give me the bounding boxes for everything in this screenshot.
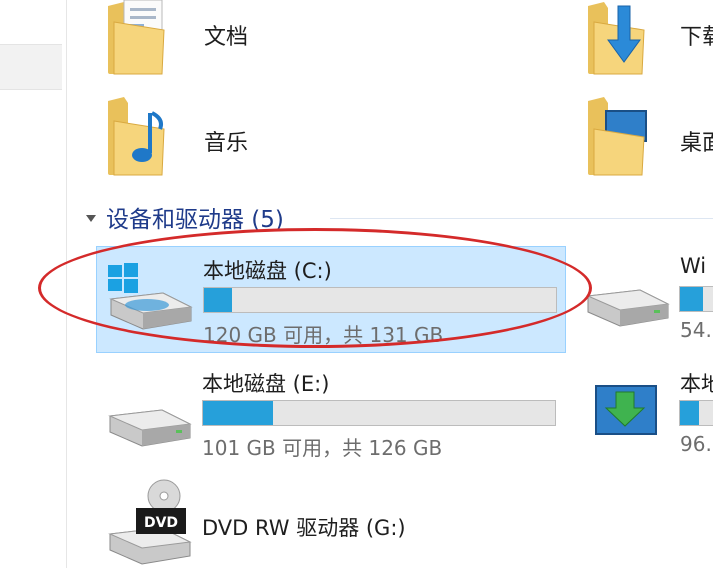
drive-name: 本地磁盘 (C:): [203, 259, 332, 283]
drive-g[interactable]: DVD DVD RW 驱动器 (G:): [96, 478, 566, 568]
folder-label: 音乐: [204, 131, 249, 156]
drive-usage-fill: [204, 288, 233, 312]
drive-recovery[interactable]: 本地 96.: [578, 362, 713, 469]
section-divider: [330, 218, 713, 219]
drive-usage-fill: [680, 287, 703, 311]
navigation-pane: [0, 0, 67, 568]
drive-usage-bar: [679, 400, 713, 426]
folder-music[interactable]: 音乐: [100, 95, 360, 180]
drive-usage-fill: [203, 401, 274, 425]
section-title: 设备和驱动器 (5): [106, 207, 284, 233]
svg-text:DVD: DVD: [144, 515, 178, 531]
drive-free-space: 120 GB 可用，共 131 GB: [203, 323, 444, 347]
collapse-arrow-icon[interactable]: [86, 214, 96, 222]
drive-free-space: 54.: [680, 318, 712, 342]
windows-drive-icon: [108, 263, 193, 330]
drive-usage-bar: [679, 286, 713, 312]
music-folder-icon: [108, 97, 165, 176]
drive-name: DVD RW 驱动器 (G:): [202, 516, 406, 540]
drive-e[interactable]: 本地磁盘 (E:) 101 GB 可用，共 126 GB: [96, 362, 566, 469]
documents-folder-icon: [108, 0, 165, 75]
folder-desktop[interactable]: 桌面: [580, 95, 713, 180]
folder-label: 下载: [680, 25, 713, 50]
devices-section-header[interactable]: 设备和驱动器 (5): [86, 202, 284, 233]
drive-usage-fill: [680, 401, 699, 425]
drive-name: Wi: [680, 254, 707, 278]
desktop-folder-icon: [588, 97, 647, 176]
folder-documents[interactable]: 文档: [100, 0, 360, 80]
drive-free-space: 101 GB 可用，共 126 GB: [202, 436, 443, 460]
drive-free-space: 96.: [680, 432, 712, 456]
hard-drive-icon: [586, 289, 670, 327]
navigation-pane-item[interactable]: [0, 44, 62, 90]
drive-usage-bar: [203, 287, 557, 313]
drive-windows[interactable]: Wi 54.: [578, 246, 713, 353]
downloads-folder-icon: [588, 2, 645, 75]
drive-name: 本地: [680, 372, 713, 396]
folder-label: 桌面: [680, 131, 713, 156]
drive-name: 本地磁盘 (E:): [202, 372, 330, 396]
drive-usage-bar: [202, 400, 556, 426]
drive-c[interactable]: 本地磁盘 (C:) 120 GB 可用，共 131 GB: [96, 246, 566, 353]
folder-downloads[interactable]: 下载: [580, 0, 713, 80]
folder-label: 文档: [204, 25, 249, 50]
dvd-drive-icon: DVD: [108, 479, 192, 565]
hard-drive-icon: [108, 409, 192, 447]
recovery-drive-icon: [595, 385, 657, 435]
